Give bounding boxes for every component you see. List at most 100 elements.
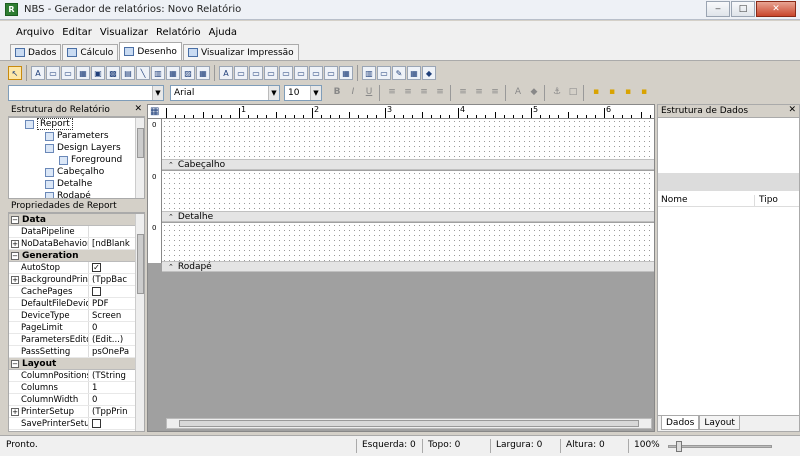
component-tool-button[interactable]: ▦ xyxy=(339,66,353,80)
checkbox-checked[interactable]: ✓ xyxy=(92,263,101,272)
property-category[interactable]: − Data xyxy=(9,214,144,226)
scroll-thumb[interactable] xyxy=(179,420,639,427)
band-area-cabecalho[interactable] xyxy=(162,171,654,211)
format-button[interactable]: B xyxy=(330,85,344,99)
component-tool-button[interactable]: ▭ xyxy=(264,66,278,80)
menu-arquivo[interactable]: Arquivo xyxy=(12,25,58,40)
property-category[interactable]: − Layout xyxy=(9,358,144,370)
font-name-select[interactable]: Arial ▼ xyxy=(170,85,280,101)
ruler-corner-icon[interactable]: ▦ xyxy=(150,106,159,117)
minimize-button[interactable]: ‒ xyxy=(706,1,730,17)
property-row[interactable]: DataPipeline xyxy=(9,226,144,238)
property-row[interactable]: DefaultFileDeviceTPDF xyxy=(9,298,144,310)
component-tool-button[interactable]: ▭ xyxy=(279,66,293,80)
format-button[interactable]: ≡ xyxy=(401,85,415,99)
property-row[interactable]: ParametersEditor (Edit...) xyxy=(9,334,144,346)
band-rodape[interactable]: ⌃ Rodapé xyxy=(162,261,654,272)
component-tool-button[interactable]: ▤ xyxy=(121,66,135,80)
checkbox-unchecked[interactable] xyxy=(92,419,101,428)
format-button[interactable]: ⚓ xyxy=(550,85,564,99)
menu-ajuda[interactable]: Ajuda xyxy=(205,25,241,40)
expand-icon[interactable]: + xyxy=(11,240,19,248)
component-tool-button[interactable]: A xyxy=(31,66,45,80)
zoom-slider-thumb[interactable] xyxy=(676,441,682,452)
tree-item-design-layers[interactable]: Design Layers xyxy=(9,142,144,154)
component-tool-button[interactable]: ▭ xyxy=(234,66,248,80)
collapse-icon[interactable]: − xyxy=(11,215,19,224)
component-tool-button[interactable]: ▨ xyxy=(181,66,195,80)
format-button[interactable]: ≡ xyxy=(472,85,486,99)
format-button[interactable]: ≡ xyxy=(385,85,399,99)
component-tool-button[interactable]: ▭ xyxy=(249,66,263,80)
column-header-nome[interactable]: Nome xyxy=(658,195,754,206)
property-row[interactable]: Columns 1 xyxy=(9,382,144,394)
tree-item-report[interactable]: Report xyxy=(9,118,144,130)
zoom-slider[interactable] xyxy=(668,445,772,448)
menu-editar[interactable]: Editar xyxy=(58,25,96,40)
tree-item-foreground[interactable]: Foreground xyxy=(9,154,144,166)
component-tool-button[interactable]: ▦ xyxy=(166,66,180,80)
tab-dados-panel[interactable]: Dados xyxy=(661,416,700,430)
close-button[interactable]: ✕ xyxy=(756,1,796,17)
select-tool-button[interactable]: ↖ xyxy=(8,66,22,80)
component-selector[interactable]: ▼ xyxy=(8,85,164,101)
property-row[interactable]: ColumnWidth 0 xyxy=(9,394,144,406)
component-tool-button[interactable]: ▦ xyxy=(76,66,90,80)
property-row[interactable]: PassSetting psOnePa xyxy=(9,346,144,358)
tree-item-parameters[interactable]: Parameters xyxy=(9,130,144,142)
format-button[interactable]: ≡ xyxy=(417,85,431,99)
format-button[interactable]: ≡ xyxy=(456,85,470,99)
band-detalhe[interactable]: ⌃ Detalhe xyxy=(162,211,654,222)
tab-visualizar-impressao[interactable]: Visualizar Impressão xyxy=(182,44,299,60)
format-button[interactable]: ▪ xyxy=(589,85,603,99)
close-icon[interactable]: ✕ xyxy=(788,105,796,115)
menu-visualizar[interactable]: Visualizar xyxy=(96,25,152,40)
collapse-icon[interactable]: − xyxy=(11,251,19,260)
tab-layout-panel[interactable]: Layout xyxy=(699,416,740,430)
column-header-tipo[interactable]: Tipo xyxy=(754,195,778,206)
property-row[interactable]: CachePages xyxy=(9,286,144,298)
band-area-top[interactable] xyxy=(162,119,654,159)
maximize-button[interactable]: □ xyxy=(731,1,755,17)
property-category[interactable]: − Generation xyxy=(9,250,144,262)
component-tool-button[interactable]: ✎ xyxy=(392,66,406,80)
component-tool-button[interactable]: ▭ xyxy=(61,66,75,80)
close-icon[interactable]: ✕ xyxy=(134,104,142,114)
property-row[interactable]: + PrinterSetup (TppPrin xyxy=(9,406,144,418)
tab-calculo[interactable]: Cálculo xyxy=(62,44,119,60)
property-row[interactable]: AutoStop ✓ xyxy=(9,262,144,274)
tree-item-rodape[interactable]: Rodapé xyxy=(9,190,144,198)
component-tool-button[interactable]: ▩ xyxy=(106,66,120,80)
designer-scrollbar[interactable] xyxy=(166,418,652,429)
data-splitter[interactable] xyxy=(658,173,799,191)
scroll-thumb[interactable] xyxy=(137,128,144,158)
property-row[interactable]: ColumnPositions (TString xyxy=(9,370,144,382)
scroll-thumb[interactable] xyxy=(137,234,144,294)
component-tool-button[interactable]: ▭ xyxy=(46,66,60,80)
tab-desenho[interactable]: Desenho xyxy=(119,42,182,60)
format-button[interactable]: I xyxy=(346,85,360,99)
format-button[interactable]: U xyxy=(362,85,376,99)
format-button[interactable]: ◆ xyxy=(527,85,541,99)
format-button[interactable]: ▪ xyxy=(637,85,651,99)
component-tool-button[interactable]: ▥ xyxy=(151,66,165,80)
component-tool-button[interactable]: ╲ xyxy=(136,66,150,80)
property-row[interactable]: PageLimit 0 xyxy=(9,322,144,334)
format-button[interactable]: □ xyxy=(566,85,580,99)
band-cabecalho[interactable]: ⌃ Cabeçalho xyxy=(162,159,654,170)
menu-relatorio[interactable]: Relatório xyxy=(152,25,205,40)
tree-scrollbar[interactable] xyxy=(135,118,144,198)
tree-item-cabecalho[interactable]: Cabeçalho xyxy=(9,166,144,178)
component-tool-button[interactable]: ▦ xyxy=(196,66,210,80)
checkbox-unchecked[interactable] xyxy=(92,287,101,296)
component-tool-button[interactable]: ▭ xyxy=(294,66,308,80)
format-button[interactable]: ≡ xyxy=(433,85,447,99)
tree-item-detalhe[interactable]: Detalhe xyxy=(9,178,144,190)
component-tool-button[interactable]: ▣ xyxy=(91,66,105,80)
expand-icon[interactable]: + xyxy=(11,408,19,416)
format-button[interactable]: ≡ xyxy=(488,85,502,99)
component-tool-button[interactable]: ▭ xyxy=(309,66,323,80)
properties-scrollbar[interactable] xyxy=(135,214,144,431)
tab-dados[interactable]: Dados xyxy=(10,44,62,60)
component-tool-button[interactable]: ▭ xyxy=(377,66,391,80)
